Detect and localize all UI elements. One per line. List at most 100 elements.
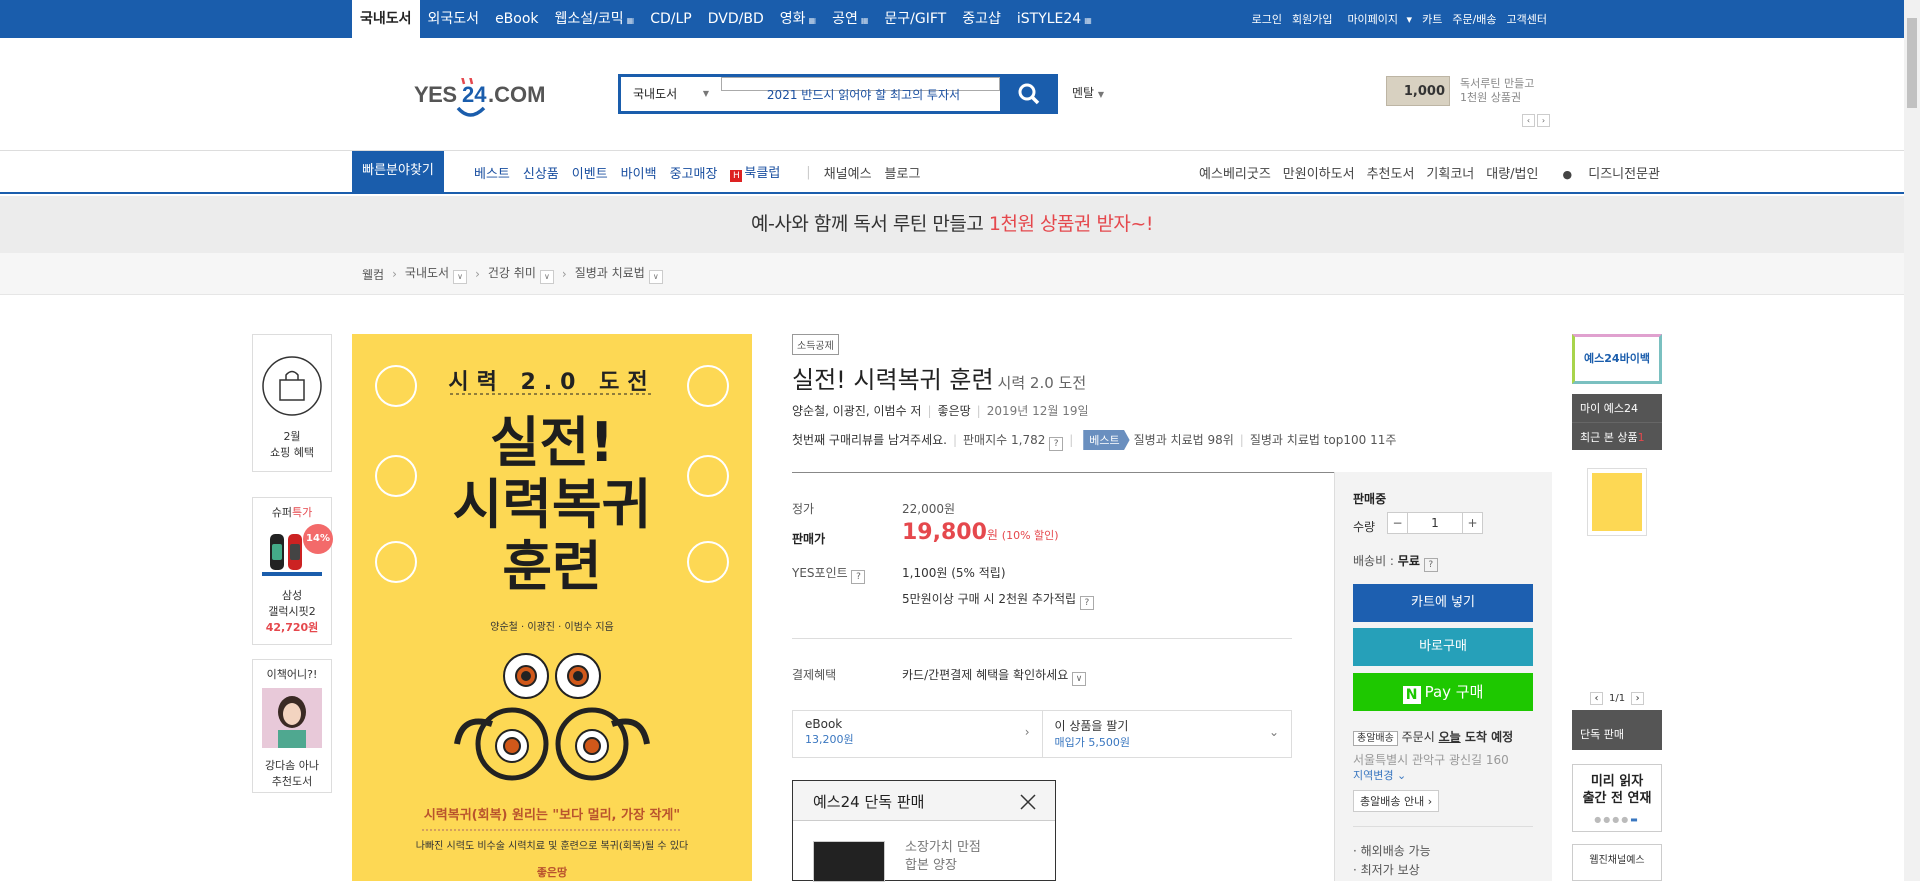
shop-benefit-month: 2월 — [283, 430, 301, 443]
prev-arrow-icon[interactable]: ‹ — [1590, 692, 1603, 705]
nav-used-store[interactable]: 중고매장 — [670, 163, 718, 182]
qty-minus-button[interactable]: − — [1388, 513, 1408, 533]
same-day-guide-button[interactable]: 총알배송 안내 › — [1353, 790, 1440, 812]
breadcrumb-disease[interactable]: 질병과 치료법 ∨ — [575, 264, 663, 284]
nav-bookclub[interactable]: H 북클럽 — [730, 162, 793, 182]
nav-event[interactable]: 이벤트 — [572, 163, 608, 182]
add-to-cart-button[interactable]: 카트에 넣기 — [1353, 584, 1533, 622]
super-deal-box[interactable]: 슈퍼특가 14% 삼성 갤럭시핏2 42,720원 — [252, 497, 333, 645]
breadcrumb-domestic[interactable]: 국내도서 ∨ — [405, 264, 468, 284]
help-icon[interactable]: ? — [1049, 437, 1064, 451]
qty-label: 수량 — [1353, 520, 1376, 534]
tab-used[interactable]: 중고샵 — [954, 0, 1009, 38]
exclusive-sale-link[interactable]: 단독 판매 — [1572, 720, 1662, 748]
breadcrumb-home[interactable]: 웰컴 — [362, 266, 384, 283]
nav-blog[interactable]: 블로그 — [885, 163, 921, 182]
search-button[interactable] — [1000, 74, 1058, 114]
nav-new[interactable]: 신상품 — [523, 163, 559, 182]
tab-foreign-books[interactable]: 외국도서 — [420, 0, 488, 38]
region-change-link[interactable]: 지역변경 ⌄ — [1353, 767, 1406, 783]
yes24-logo[interactable]: YES 24 .COM — [414, 78, 554, 122]
breadcrumb: 웰컴 › 국내도서 ∨ › 건강 취미 ∨ › 질병과 치료법 ∨ — [362, 253, 663, 295]
buy-now-button[interactable]: 바로구매 — [1353, 628, 1533, 666]
help-icon[interactable]: ? — [851, 570, 866, 584]
mypage-link[interactable]: 마이페이지 ▾ — [1337, 11, 1417, 27]
support-link[interactable]: 고객센터 — [1502, 11, 1552, 27]
quick-category-button[interactable]: 빠른분야찾기 — [352, 151, 444, 193]
product-publisher[interactable]: 좋은땅 — [938, 404, 971, 418]
chevron-down-icon[interactable]: ∨ — [539, 270, 554, 284]
npay-button[interactable]: N Pay 구매 — [1353, 673, 1533, 711]
breadcrumb-health[interactable]: 건강 취미 ∨ — [488, 264, 554, 284]
tab-domestic-books[interactable]: 국내도서 — [352, 0, 420, 38]
qty-plus-button[interactable]: + — [1462, 513, 1482, 533]
nav-special[interactable]: 기획코너 — [1426, 163, 1474, 182]
book-cover[interactable]: 시력 2.0 도전 실전! 시력복귀 훈련 양순철 · 이광진 · 이범수 지음… — [352, 334, 752, 881]
cover-tagline2: 나빠진 시력도 비수술 시력치료 및 훈련으로 복귀(회복)될 수 있다 — [415, 841, 689, 852]
preorder-banner[interactable]: 미리 읽자 출간 전 연재 ●●●●▬ — [1572, 764, 1662, 832]
search-input[interactable]: 2021 반드시 읽어야 할 최고의 투자서 — [721, 77, 1000, 102]
tab-gift[interactable]: 문구/GIFT — [876, 0, 954, 38]
cover-authors: 양순철 · 이광진 · 이범수 지음 — [352, 618, 752, 633]
my-yes24-panel: 마이 예스24 최근 본 상품1 ‹ 1/1 › 단독 판매 — [1572, 394, 1662, 750]
my-yes24-link[interactable]: 마이 예스24 — [1572, 394, 1662, 423]
tab-ebook[interactable]: eBook — [487, 0, 546, 38]
payment-benefit[interactable]: 카드/간편결제 혜택을 확인하세요 ∨ — [902, 666, 1087, 686]
points-extra-text: 5만원이상 구매 시 2천원 추가적립 — [902, 592, 1077, 606]
nav-recommended[interactable]: 추천도서 — [1367, 163, 1415, 182]
tab-performance[interactable]: 공연 ▦ — [824, 0, 876, 38]
prev-arrow-icon[interactable]: ‹ — [1522, 114, 1535, 127]
next-arrow-icon[interactable]: › — [1631, 692, 1645, 705]
shipping-fee: 배송비 : 무료 ? — [1353, 552, 1438, 572]
recent-item-thumb[interactable] — [1587, 468, 1647, 536]
tab-cdlp[interactable]: CD/LP — [642, 0, 700, 38]
search-scope-select[interactable]: 국내도서 ▼ — [621, 77, 721, 111]
points-value: 1,100원 (5% 적립) — [902, 566, 1006, 580]
channel-yes-banner[interactable]: 웹진채널예스 — [1572, 844, 1662, 881]
rank-1[interactable]: 질병과 치료법 98위 — [1134, 433, 1234, 447]
chevron-down-icon[interactable]: ∨ — [648, 270, 663, 284]
nav-channel-yes[interactable]: 채널예스 — [824, 163, 872, 182]
login-link[interactable]: 로그인 — [1247, 11, 1287, 27]
nav-best[interactable]: 베스트 — [474, 163, 510, 182]
scrollbar[interactable] — [1904, 0, 1920, 881]
signup-link[interactable]: 회원가입 — [1287, 11, 1337, 27]
exclusive-book-image[interactable] — [813, 841, 885, 882]
nav-under-10000[interactable]: 만원이하도서 — [1283, 163, 1355, 182]
shopping-benefit-box[interactable]: 2월 쇼핑 혜택 — [252, 334, 332, 472]
submenu-icon: ▦ — [808, 16, 817, 25]
quantity-stepper: − 1 + — [1387, 512, 1483, 534]
chevron-down-icon[interactable]: ∨ — [453, 270, 468, 284]
recommend-box[interactable]: 이책어니?! 강다솜 아나 추천도서 — [252, 659, 332, 793]
cover-publisher: 좋은땅 — [536, 866, 568, 879]
next-arrow-icon[interactable]: › — [1537, 114, 1550, 127]
sell-option[interactable]: 이 상품을 팔기 매입가 5,500원 ⌄ — [1043, 711, 1292, 757]
recent-count: 1 — [1637, 431, 1645, 444]
nav-goods[interactable]: 예스베리굿즈 — [1199, 163, 1271, 182]
cover-authors-names: 양순철 · 이광진 · 이범수 — [490, 622, 593, 633]
util-links: 로그인 회원가입 마이페이지 ▾ 카트 주문/배송 고객센터 — [1247, 0, 1552, 38]
help-icon[interactable]: ? — [1079, 596, 1094, 610]
close-icon[interactable] — [1019, 793, 1037, 811]
event-banner[interactable]: 예-사와 함께 독서 루틴 만들고 1천원 상품권 받자~! — [0, 196, 1904, 253]
ebook-option[interactable]: eBook 13,200원 › — [793, 711, 1043, 757]
tab-istyle[interactable]: iSTYLE24 ▦ — [1009, 0, 1100, 38]
nav-bulk[interactable]: 대량/법인 — [1486, 163, 1538, 182]
keyword-dropdown[interactable]: 멘탈 ▼ — [1072, 84, 1104, 101]
buyback-banner[interactable]: 예스24바이백 — [1572, 334, 1662, 384]
divider: | — [1069, 433, 1074, 447]
nav-disney[interactable]: ● 디즈니전문관 — [1550, 163, 1660, 182]
help-icon[interactable]: ? — [1423, 558, 1438, 572]
nav-buyback[interactable]: 바이백 — [621, 163, 657, 182]
header-promo[interactable]: 1,000 독서루틴 만들고 1천원 상품권 — [1386, 76, 1534, 106]
qty-input[interactable]: 1 — [1408, 513, 1462, 533]
review-prompt[interactable]: 첫번째 구매리뷰를 남겨주세요. — [792, 433, 947, 447]
rank-2[interactable]: 질병과 치료법 top100 11주 — [1250, 433, 1397, 447]
cart-link[interactable]: 카트 — [1417, 11, 1447, 27]
tab-dvdbd[interactable]: DVD/BD — [700, 0, 772, 38]
product-authors[interactable]: 양순철, 이광진, 이범수 저 — [792, 404, 921, 418]
scrollbar-thumb[interactable] — [1907, 18, 1917, 108]
tab-webnovel[interactable]: 웹소설/코믹 ▦ — [547, 0, 643, 38]
tab-movie[interactable]: 영화 ▦ — [772, 0, 824, 38]
order-link[interactable]: 주문/배송 — [1447, 11, 1501, 27]
